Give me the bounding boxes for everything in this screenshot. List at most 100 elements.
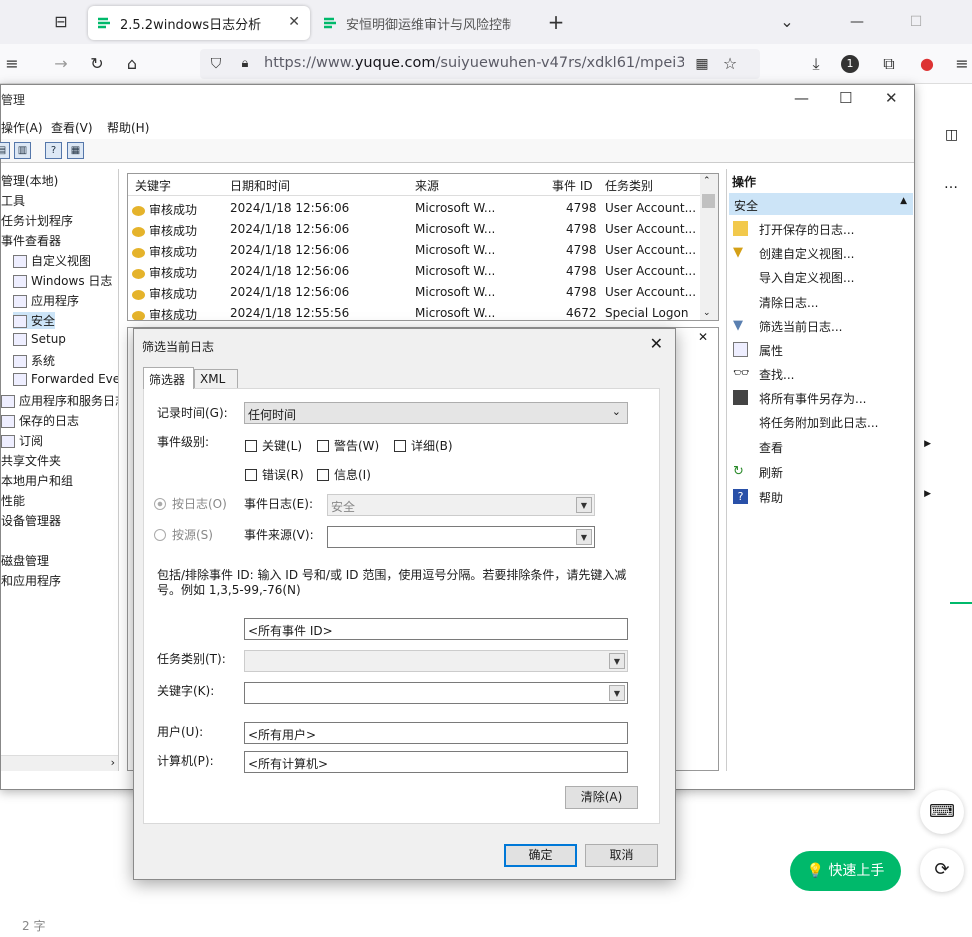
- toolbar-button-icon[interactable]: ▦: [67, 142, 84, 159]
- action-properties[interactable]: 属性: [733, 342, 783, 359]
- new-tab-icon[interactable]: +: [544, 10, 568, 34]
- column-header-date[interactable]: 日期和时间: [230, 177, 290, 194]
- information-checkbox[interactable]: 信息(I): [317, 466, 371, 483]
- clear-button[interactable]: 清除(A): [565, 786, 638, 809]
- tab-active[interactable]: 2.5.2windows日志分析 ✕: [88, 6, 310, 40]
- extensions-icon[interactable]: ⧉: [877, 52, 901, 76]
- tab-filter[interactable]: 筛选器: [143, 367, 194, 389]
- action-refresh[interactable]: ↻ 刷新: [733, 464, 783, 481]
- close-icon[interactable]: ✕: [885, 89, 898, 107]
- critical-checkbox[interactable]: 关键(L): [245, 437, 302, 454]
- scroll-thumb[interactable]: [702, 194, 715, 208]
- toolbar-button-icon[interactable]: ▥: [14, 142, 31, 159]
- column-header-event-id[interactable]: 事件 ID: [552, 177, 593, 194]
- chevron-down-icon[interactable]: ⌄: [703, 308, 711, 318]
- computer-input[interactable]: <所有计算机>: [244, 751, 628, 773]
- tree-item[interactable]: 系统: [13, 352, 55, 369]
- action-create-custom-view[interactable]: ▼ 创建自定义视图...: [733, 245, 854, 262]
- by-source-radio[interactable]: 按源(S): [154, 526, 213, 543]
- column-header-task[interactable]: 任务类别: [605, 177, 653, 194]
- addon-icon[interactable]: ●: [915, 52, 939, 76]
- user-input[interactable]: <所有用户>: [244, 722, 628, 744]
- menu-action[interactable]: 操作(A): [1, 119, 43, 136]
- task-category-select[interactable]: ▼: [244, 650, 628, 672]
- menu-icon[interactable]: ≡: [950, 52, 972, 76]
- maximize-icon[interactable]: ☐: [904, 10, 928, 34]
- tree-item[interactable]: 本地用户和组: [1, 472, 73, 489]
- maximize-icon[interactable]: ☐: [839, 89, 852, 107]
- by-log-radio[interactable]: 按日志(O): [154, 495, 227, 512]
- menu-help[interactable]: 帮助(H): [107, 119, 149, 136]
- chevron-up-icon[interactable]: ⌃: [703, 176, 711, 186]
- table-row[interactable]: 审核成功 2024/1/18 12:56:06 Microsoft W... 47…: [128, 240, 700, 261]
- sidebar-toggle-icon[interactable]: ◫: [945, 127, 967, 149]
- chevron-down-icon[interactable]: ⌄: [775, 10, 799, 34]
- tree-item[interactable]: Windows 日志: [13, 272, 112, 289]
- toolbar-button-icon[interactable]: ▤: [0, 142, 10, 159]
- error-checkbox[interactable]: 错误(R): [245, 466, 304, 483]
- home-icon[interactable]: ⌂: [120, 52, 144, 76]
- logged-select[interactable]: 任何时间 ⌄: [244, 402, 628, 424]
- tree-item[interactable]: 保存的日志: [1, 412, 79, 429]
- sidebar-icon[interactable]: ≡: [0, 52, 24, 76]
- chevron-right-icon[interactable]: ›: [111, 756, 115, 769]
- bookmark-star-icon[interactable]: ☆: [718, 52, 742, 76]
- table-row[interactable]: 审核成功 2024/1/18 12:56:06 Microsoft W... 47…: [128, 282, 700, 303]
- tree-item[interactable]: 管理(本地): [1, 172, 58, 189]
- event-logs-select[interactable]: 安全 ▼: [327, 494, 595, 516]
- action-clear-log[interactable]: 清除日志...: [759, 294, 818, 311]
- tab-inactive[interactable]: 安恒明御运维审计与风险控制系: [314, 6, 534, 40]
- close-icon[interactable]: ✕: [650, 334, 663, 353]
- more-icon[interactable]: …: [944, 176, 958, 192]
- tree-item[interactable]: 设备管理器: [1, 512, 61, 529]
- tree-item-selected[interactable]: 安全: [13, 312, 56, 329]
- action-save-all-events[interactable]: 将所有事件另存为...: [733, 390, 866, 407]
- tab-overview-icon[interactable]: ⊟: [49, 10, 73, 34]
- tree-item[interactable]: 任务计划程序: [1, 212, 73, 229]
- table-row[interactable]: 审核成功 2024/1/18 12:55:56 Microsoft W... 46…: [128, 303, 700, 320]
- tree-item[interactable]: 订阅: [1, 432, 43, 449]
- minimize-icon[interactable]: —: [794, 89, 809, 107]
- extension-badge-icon[interactable]: 1: [841, 55, 859, 73]
- qr-code-icon[interactable]: ▦: [690, 52, 714, 76]
- close-icon[interactable]: ✕: [698, 330, 708, 344]
- help-circle-icon[interactable]: ⟳: [920, 848, 964, 892]
- download-icon[interactable]: ⤓: [804, 52, 828, 76]
- quick-start-button[interactable]: 💡 快速上手: [790, 851, 901, 891]
- action-find[interactable]: 👓︎ 查找...: [733, 366, 794, 383]
- tree-item[interactable]: Forwarded Eve: [13, 372, 118, 386]
- column-header-source[interactable]: 来源: [415, 177, 439, 194]
- tree-item[interactable]: 性能: [1, 492, 25, 509]
- tree-item[interactable]: 应用程序: [13, 292, 79, 309]
- actions-section-header[interactable]: 安全 ▲: [729, 193, 913, 215]
- cancel-button[interactable]: 取消: [585, 844, 658, 867]
- action-open-saved-log[interactable]: 打开保存的日志...: [733, 221, 854, 238]
- event-sources-select[interactable]: ▼: [327, 526, 595, 548]
- vertical-scrollbar[interactable]: ⌃ ⌄: [700, 174, 718, 320]
- verbose-checkbox[interactable]: 详细(B): [394, 437, 453, 454]
- help-icon[interactable]: ?: [45, 142, 62, 159]
- lock-icon[interactable]: 🔒︎: [233, 52, 257, 76]
- keywords-select[interactable]: ▼: [244, 682, 628, 704]
- table-row[interactable]: 审核成功 2024/1/18 12:56:06 Microsoft W... 47…: [128, 198, 700, 219]
- column-header-keywords[interactable]: 关键字: [135, 177, 171, 194]
- menu-view[interactable]: 查看(V): [51, 119, 93, 136]
- url-bar[interactable]: ⛉ 🔒︎ https://www.yuque.com/suiyuewuhen-v…: [200, 49, 760, 79]
- horizontal-scrollbar[interactable]: ›: [1, 755, 118, 771]
- tree-item[interactable]: 工具: [1, 192, 25, 209]
- collapse-icon[interactable]: ▲: [900, 196, 907, 206]
- tree-item[interactable]: 事件查看器: [1, 232, 61, 249]
- action-help[interactable]: ? 帮助 ▶: [733, 489, 931, 506]
- keyboard-icon[interactable]: ⌨: [920, 790, 964, 834]
- event-id-input[interactable]: <所有事件 ID>: [244, 618, 628, 640]
- tab-xml[interactable]: XML: [194, 369, 238, 389]
- tree-item[interactable]: 自定义视图: [13, 252, 91, 269]
- reload-icon[interactable]: ↻: [85, 52, 109, 76]
- table-row[interactable]: 审核成功 2024/1/18 12:56:06 Microsoft W... 47…: [128, 261, 700, 282]
- tree-item[interactable]: Setup: [13, 332, 66, 346]
- shield-icon[interactable]: ⛉: [204, 52, 228, 76]
- action-attach-task[interactable]: 将任务附加到此日志...: [759, 414, 878, 431]
- minimize-icon[interactable]: —: [845, 10, 869, 34]
- action-import-custom-view[interactable]: 导入自定义视图...: [759, 269, 854, 286]
- tree-item[interactable]: 和应用程序: [1, 572, 61, 589]
